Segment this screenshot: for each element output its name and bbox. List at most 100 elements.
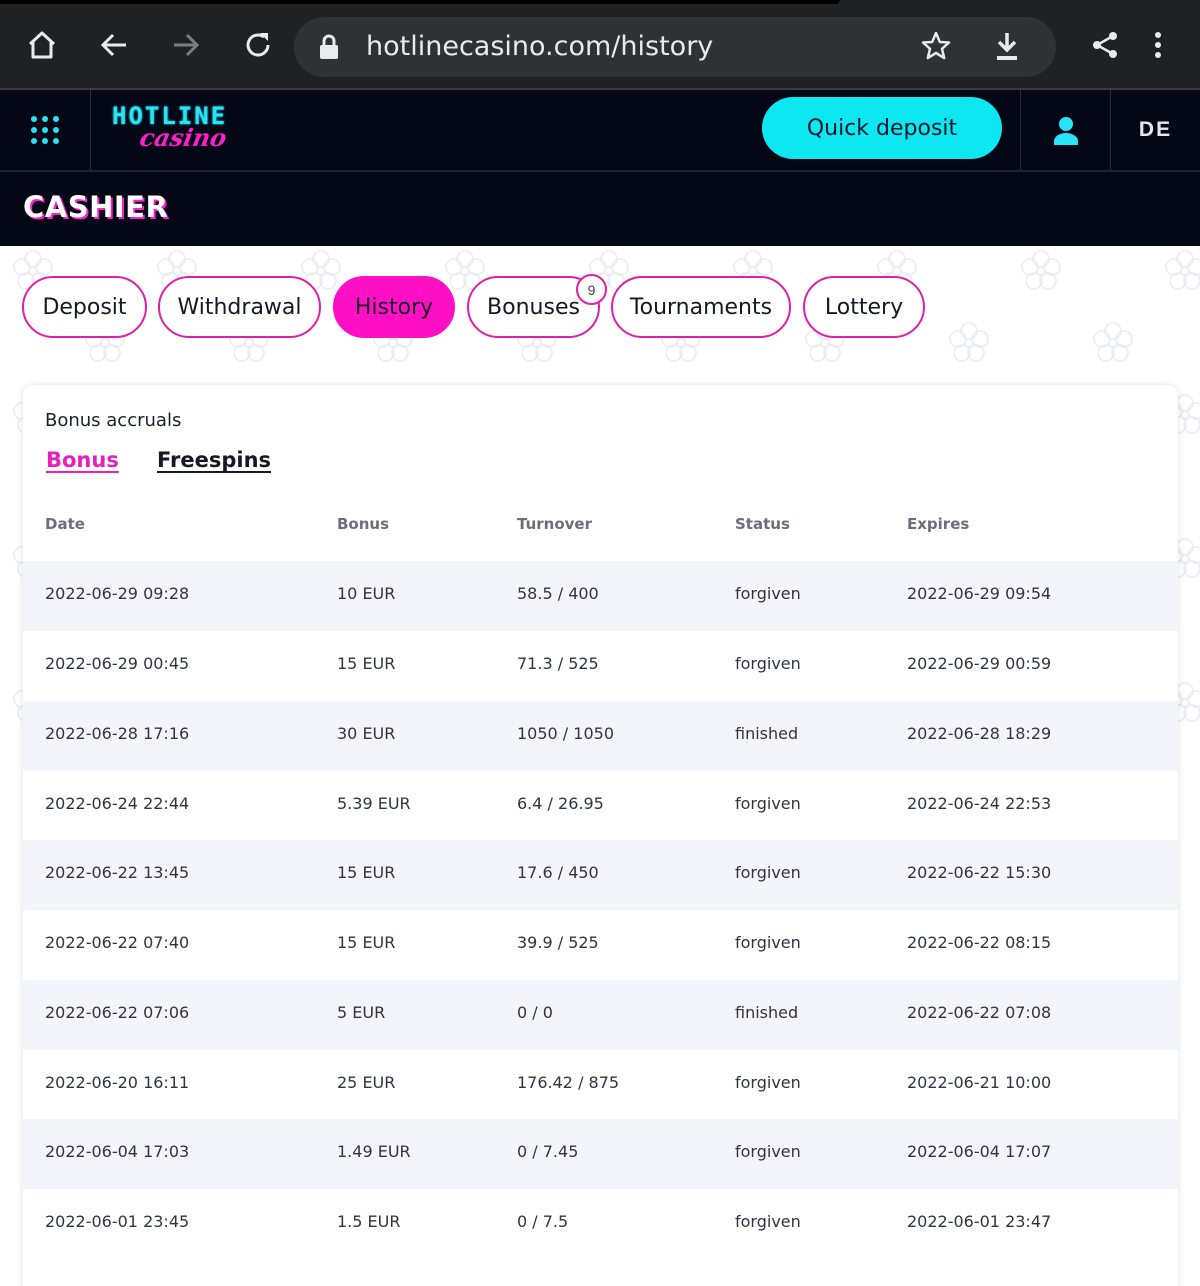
forward-arrow-icon[interactable] (161, 20, 211, 70)
cell-bonus: 15 EUR (337, 933, 396, 952)
user-icon (1053, 117, 1078, 145)
table-row: 2022-06-29 09:28 10 EUR 58.5 / 400 forgi… (23, 561, 1178, 631)
cell-date: 2022-06-20 16:11 (45, 1073, 190, 1092)
table-row: 2022-06-24 22:44 5.39 EUR 6.4 / 26.95 fo… (23, 771, 1178, 841)
cell-expires: 2022-06-29 09:54 (907, 584, 1052, 603)
cell-turnover: 6.4 / 26.95 (517, 794, 604, 813)
browser-toolbar: hotlinecasino.com/history (0, 0, 1200, 90)
cell-bonus: 1.5 EUR (337, 1212, 401, 1231)
cell-status: forgiven (735, 1212, 801, 1231)
subtab-freespins[interactable]: Freespins (157, 448, 271, 472)
cell-turnover: 0 / 7.5 (517, 1212, 569, 1231)
cell-bonus: 15 EUR (337, 863, 396, 882)
cell-status: forgiven (735, 1073, 801, 1092)
tab-tournaments[interactable]: Tournaments (611, 276, 791, 338)
flower-pattern-icon (1162, 248, 1200, 294)
language-switch[interactable]: DE (1111, 90, 1200, 170)
table-row: 2022-06-04 17:03 1.49 EUR 0 / 7.45 forgi… (23, 1119, 1178, 1189)
card-title: Bonus accruals (45, 410, 182, 431)
cell-status: finished (735, 724, 799, 743)
cell-date: 2022-06-22 07:40 (45, 933, 190, 952)
column-header-date: Date (45, 515, 85, 533)
bonus-accruals-card: Bonus accruals Bonus Freespins Date Bonu… (23, 385, 1178, 1286)
column-header-turnover: Turnover (517, 515, 592, 533)
home-icon[interactable] (17, 20, 67, 70)
table-row: 2022-06-22 07:06 5 EUR 0 / 0 finished 20… (23, 980, 1178, 1050)
reload-icon[interactable] (233, 20, 283, 70)
column-header-status: Status (735, 515, 790, 533)
cell-date: 2022-06-01 23:45 (45, 1212, 190, 1231)
cell-turnover: 0 / 0 (517, 1003, 553, 1022)
cell-expires: 2022-06-22 08:15 (907, 933, 1052, 952)
table-row: 2022-06-22 07:40 15 EUR 39.9 / 525 forgi… (23, 910, 1178, 980)
cell-expires: 2022-06-22 15:30 (907, 863, 1052, 882)
cell-status: forgiven (735, 794, 801, 813)
cell-date: 2022-06-29 00:45 (45, 654, 190, 673)
table-row: 2022-06-29 00:45 15 EUR 71.3 / 525 forgi… (23, 631, 1178, 701)
cell-expires: 2022-06-28 18:29 (907, 724, 1052, 743)
column-header-bonus: Bonus (337, 515, 390, 533)
page-title: CASHIER (23, 190, 169, 224)
cell-date: 2022-06-04 17:03 (45, 1142, 190, 1161)
share-icon[interactable] (1080, 20, 1130, 70)
cell-bonus: 30 EUR (337, 724, 396, 743)
flower-pattern-icon (1018, 248, 1064, 294)
table-row: 2022-06-28 17:16 30 EUR 1050 / 1050 fini… (23, 701, 1178, 771)
menu-button[interactable] (0, 90, 91, 170)
cell-date: 2022-06-24 22:44 (45, 794, 190, 813)
cell-date: 2022-06-22 13:45 (45, 863, 190, 882)
cell-bonus: 1.49 EUR (337, 1142, 411, 1161)
more-vert-icon[interactable] (1133, 20, 1183, 70)
cell-date: 2022-06-29 09:28 (45, 584, 190, 603)
cell-expires: 2022-06-24 22:53 (907, 794, 1052, 813)
cell-expires: 2022-06-29 00:59 (907, 654, 1052, 673)
cell-turnover: 71.3 / 525 (517, 654, 599, 673)
lock-icon (320, 34, 338, 59)
cell-turnover: 176.42 / 875 (517, 1073, 620, 1092)
tab-lottery[interactable]: Lottery (803, 276, 925, 338)
subtab-bonus[interactable]: Bonus (46, 448, 119, 472)
bonuses-count-badge: 9 (576, 274, 607, 305)
url-text: hotlinecasino.com/history (366, 31, 714, 62)
cell-bonus: 15 EUR (337, 654, 396, 673)
logo[interactable]: HOTLINE casino (112, 104, 257, 156)
cell-turnover: 58.5 / 400 (517, 584, 599, 603)
cell-status: forgiven (735, 584, 801, 603)
cell-date: 2022-06-28 17:16 (45, 724, 190, 743)
cell-bonus: 5.39 EUR (337, 794, 411, 813)
download-icon[interactable] (992, 31, 1022, 63)
flower-pattern-icon (946, 320, 992, 366)
cell-status: finished (735, 1003, 799, 1022)
star-icon[interactable] (921, 31, 951, 61)
cell-expires: 2022-06-01 23:47 (907, 1212, 1052, 1231)
quick-deposit-button[interactable]: Quick deposit (762, 97, 1002, 159)
user-button[interactable] (1020, 90, 1111, 170)
flower-pattern-icon (1090, 320, 1136, 366)
table-row: 2022-06-22 13:45 15 EUR 17.6 / 450 forgi… (23, 840, 1178, 910)
site-header: HOTLINE casino Quick deposit DE (0, 90, 1200, 172)
cell-expires: 2022-06-04 17:07 (907, 1142, 1052, 1161)
address-bar[interactable]: hotlinecasino.com/history (294, 17, 1056, 77)
back-arrow-icon[interactable] (89, 20, 139, 70)
cell-turnover: 39.9 / 525 (517, 933, 599, 952)
tab-deposit[interactable]: Deposit (22, 276, 147, 338)
table-row: 2022-06-01 23:45 1.5 EUR 0 / 7.5 forgive… (23, 1189, 1178, 1259)
cell-expires: 2022-06-21 10:00 (907, 1073, 1052, 1092)
cell-status: forgiven (735, 863, 801, 882)
tab-withdrawal[interactable]: Withdrawal (158, 276, 321, 338)
cell-turnover: 1050 / 1050 (517, 724, 614, 743)
cell-status: forgiven (735, 654, 801, 673)
column-header-expires: Expires (907, 515, 970, 533)
cell-expires: 2022-06-22 07:08 (907, 1003, 1052, 1022)
cell-turnover: 17.6 / 450 (517, 863, 599, 882)
grid-menu-icon (31, 116, 59, 144)
cell-status: forgiven (735, 933, 801, 952)
cell-bonus: 25 EUR (337, 1073, 396, 1092)
cashier-bar: CASHIER (0, 172, 1200, 246)
cell-status: forgiven (735, 1142, 801, 1161)
tab-history[interactable]: History (333, 276, 455, 338)
cell-bonus: 5 EUR (337, 1003, 386, 1022)
table-row: 2022-06-20 16:11 25 EUR 176.42 / 875 for… (23, 1050, 1178, 1120)
cell-date: 2022-06-22 07:06 (45, 1003, 190, 1022)
tab-strip (0, 0, 840, 4)
